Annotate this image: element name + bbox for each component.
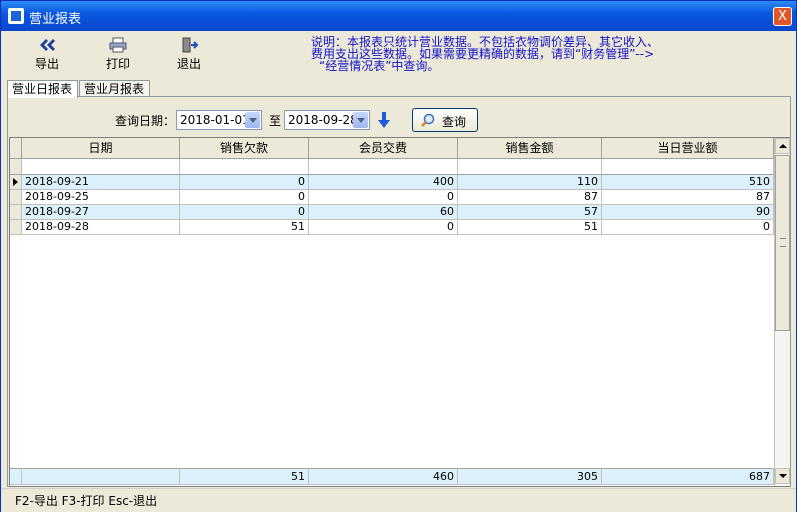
report-window: 营业报表 X 导出 打印 退出 说明：本报表只统计营业数据。不包括衣物调价差异、… [0, 0, 797, 512]
cell-member-fee[interactable]: 60 [309, 205, 458, 220]
column-header-sales-debt[interactable]: 销售欠款 [180, 138, 309, 159]
cell-member-fee[interactable]: 0 [309, 220, 458, 235]
status-text: F2-导出 F3-打印 Esc-退出 [15, 494, 158, 508]
exit-button[interactable]: 退出 [164, 35, 214, 72]
print-label: 打印 [105, 57, 130, 71]
filter-cell[interactable] [180, 159, 309, 175]
toolbar: 导出 打印 退出 说明：本报表只统计营业数据。不包括衣物调价差异、其它收入、 费… [1, 31, 796, 77]
end-date-value: 2018-09-28 [288, 113, 358, 127]
total-sales-amount: 305 [458, 468, 602, 485]
cell-member-fee[interactable]: 0 [309, 190, 458, 205]
column-header-date[interactable]: 日期 [22, 138, 180, 159]
chevron-down-icon[interactable] [353, 112, 368, 128]
date-label: 查询日期： [115, 114, 176, 128]
row-indicator [10, 220, 22, 235]
exit-door-icon [182, 37, 199, 53]
search-button[interactable]: 查询 [412, 108, 478, 132]
to-label: 至 [269, 114, 282, 128]
row-indicator [10, 190, 22, 205]
row-pointer-icon [13, 178, 18, 186]
cell-date[interactable]: 2018-09-28 [22, 220, 180, 235]
filter-indicator [10, 159, 22, 175]
window-title: 营业报表 [29, 12, 82, 27]
note-line-3: “经营情况表”中查询。 [319, 59, 440, 73]
report-grid[interactable]: 日期 销售欠款 会员交费 销售金额 当日营业额 2018-09-21 0 400… [9, 137, 790, 487]
start-date-picker[interactable]: 2018-01-01 [176, 110, 262, 130]
cell-sales-debt[interactable]: 0 [180, 190, 309, 205]
cell-sales-debt[interactable]: 0 [180, 205, 309, 220]
export-label: 导出 [34, 57, 59, 71]
filter-cell[interactable] [458, 159, 602, 175]
cell-date[interactable]: 2018-09-21 [22, 175, 180, 190]
filter-cell[interactable] [602, 159, 774, 175]
report-note: 说明：本报表只统计营业数据。不包括衣物调价差异、其它收入、 费用支出这些数据。如… [311, 36, 781, 72]
column-header-daily-revenue[interactable]: 当日营业额 [602, 138, 774, 159]
cell-sales-debt[interactable]: 0 [180, 175, 309, 190]
start-date-value: 2018-01-01 [180, 113, 250, 127]
print-button[interactable]: 打印 [93, 35, 143, 72]
exit-label: 退出 [176, 57, 201, 71]
total-sales-debt: 51 [180, 468, 309, 485]
end-date-picker[interactable]: 2018-09-28 [284, 110, 370, 130]
scroll-up-button[interactable] [775, 138, 790, 154]
cell-member-fee[interactable]: 400 [309, 175, 458, 190]
table-row[interactable]: 2018-09-28 51 0 51 0 [10, 220, 774, 235]
row-indicator [10, 205, 22, 220]
cell-sales-amount[interactable]: 51 [458, 220, 602, 235]
tab-monthly-report[interactable]: 营业月报表 [79, 80, 150, 97]
cell-sales-amount[interactable]: 87 [458, 190, 602, 205]
tab-panel: 查询日期： 2018-01-01 至 2018-09-28 查询 日期 销售欠款… [7, 96, 791, 487]
cell-date[interactable]: 2018-09-25 [22, 190, 180, 205]
scroll-thumb[interactable] [775, 155, 790, 331]
table-row[interactable]: 2018-09-21 0 400 110 510 [10, 175, 774, 190]
status-bar: F2-导出 F3-打印 Esc-退出 [1, 488, 796, 512]
total-daily-revenue: 687 [602, 468, 774, 485]
scroll-down-button[interactable] [775, 468, 790, 484]
cell-sales-amount[interactable]: 57 [458, 205, 602, 220]
cell-daily-revenue[interactable]: 0 [602, 220, 774, 235]
filter-cell[interactable] [309, 159, 458, 175]
close-button[interactable]: X [773, 7, 792, 26]
filter-cell[interactable] [22, 159, 180, 175]
cell-date[interactable]: 2018-09-27 [22, 205, 180, 220]
cell-daily-revenue[interactable]: 87 [602, 190, 774, 205]
title-bar[interactable]: 营业报表 X [1, 1, 796, 31]
chevron-down-icon[interactable] [245, 112, 260, 128]
cell-sales-debt[interactable]: 51 [180, 220, 309, 235]
row-indicator [10, 175, 22, 190]
cell-daily-revenue[interactable]: 510 [602, 175, 774, 190]
table-row[interactable]: 2018-09-27 0 60 57 90 [10, 205, 774, 220]
cell-sales-amount[interactable]: 110 [458, 175, 602, 190]
arrow-down-icon[interactable] [377, 111, 391, 129]
search-label: 查询 [442, 115, 467, 129]
column-header-sales-amount[interactable]: 销售金额 [458, 138, 602, 159]
tab-daily-report[interactable]: 营业日报表 [7, 80, 78, 98]
printer-icon [109, 37, 127, 53]
column-header-member-fee[interactable]: 会员交费 [309, 138, 458, 159]
table-row[interactable]: 2018-09-25 0 0 87 87 [10, 190, 774, 205]
vertical-scrollbar[interactable] [774, 138, 790, 486]
double-left-arrow-icon [40, 39, 55, 51]
query-bar: 查询日期： 2018-01-01 至 2018-09-28 查询 [8, 97, 790, 137]
magnifier-icon [421, 113, 435, 127]
total-date [22, 468, 180, 485]
row-indicator [10, 468, 22, 485]
app-icon [8, 8, 24, 24]
total-member-fee: 460 [309, 468, 458, 485]
cell-daily-revenue[interactable]: 90 [602, 205, 774, 220]
header-indicator [10, 138, 22, 159]
export-button[interactable]: 导出 [22, 35, 72, 72]
